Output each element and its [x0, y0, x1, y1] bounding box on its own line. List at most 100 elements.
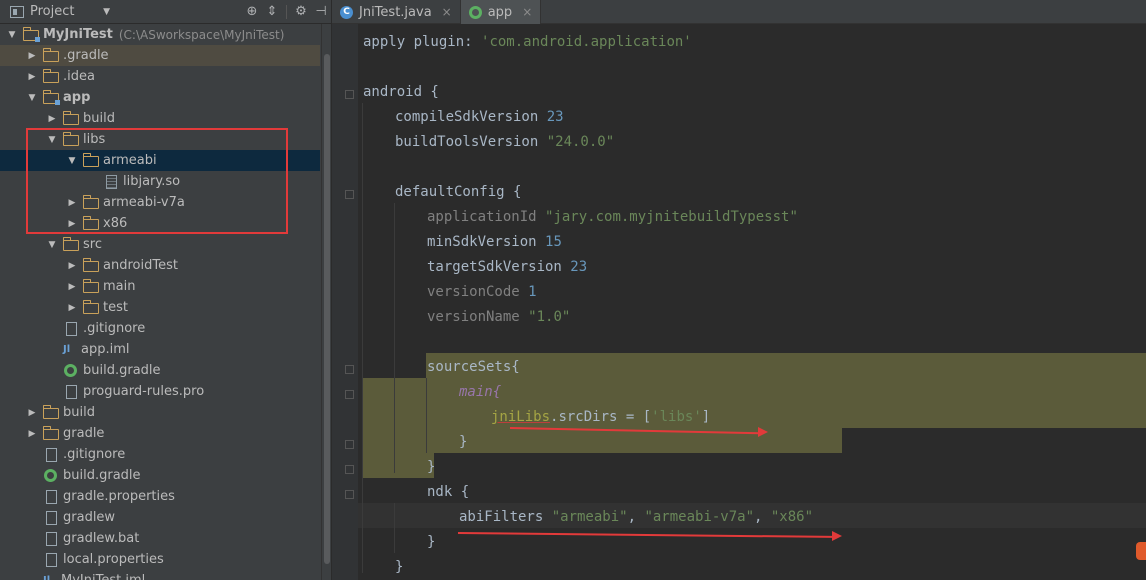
tree-item-label: androidTest [103, 258, 178, 273]
sourcesets-highlight [362, 428, 842, 453]
file-icon [66, 384, 77, 399]
indent-guide [362, 103, 363, 573]
code-line-22: } [395, 559, 404, 575]
tab-app[interactable]: app × [460, 0, 542, 24]
chevron-down-icon: ▼ [103, 6, 110, 17]
code-line-21: } [427, 534, 436, 550]
editor-gutter[interactable] [332, 24, 358, 580]
tree-item[interactable]: ▶gradle.properties [0, 486, 320, 507]
expand-arrow-down-icon[interactable]: ▼ [6, 24, 18, 45]
close-icon[interactable]: × [442, 5, 452, 19]
annotation-arrowhead [832, 531, 842, 541]
gradle-icon [468, 5, 482, 19]
expand-arrow-down-icon[interactable]: ▼ [26, 87, 38, 108]
fold-marker[interactable] [345, 490, 354, 499]
fold-marker[interactable] [345, 365, 354, 374]
toolbar-divider [286, 4, 287, 19]
editor-tab-bar: C JniTest.java × app × [332, 0, 1146, 24]
tree-item[interactable]: ▶local.properties [0, 549, 320, 570]
expand-arrow-right-icon[interactable]: ▶ [66, 255, 78, 276]
tree-item-label: build [83, 111, 115, 126]
tree-item[interactable]: ▼ MyJniTest (C:\ASworkspace\MyJniTest) [0, 24, 320, 45]
tree-item-label: .gitignore [83, 321, 146, 336]
expand-arrow-right-icon[interactable]: ▶ [26, 66, 38, 87]
tree-item[interactable]: ▶ test [0, 297, 320, 318]
code-editor[interactable]: apply plugin: 'com.android.application' … [358, 24, 1146, 580]
project-view-selector[interactable]: Project ▼ [0, 0, 116, 24]
tree-item-label: src [83, 237, 102, 252]
tree-item[interactable]: ▶Jlapp.iml [0, 339, 320, 360]
java-class-icon: C [340, 5, 353, 19]
annotation-arrowhead [758, 427, 768, 437]
tree-item[interactable]: ▶ main [0, 276, 320, 297]
tree-item-label: gradle [63, 426, 105, 441]
code-line-14: sourceSets{ [427, 359, 520, 375]
file-icon [46, 531, 57, 546]
tree-item[interactable]: ▶gradlew [0, 507, 320, 528]
tree-item[interactable]: ▶build.gradle [0, 465, 320, 486]
tree-item[interactable]: ▼ app [0, 87, 320, 108]
project-path: (C:\ASworkspace\MyJniTest) [118, 27, 285, 42]
expand-arrow-right-icon[interactable]: ▶ [26, 402, 38, 423]
expand-arrow-down-icon[interactable]: ▼ [46, 234, 58, 255]
project-toolbar: Project ▼ ⊕ ⇕ ⚙ ⊣ [0, 0, 331, 24]
tab-jnitest-java[interactable]: C JniTest.java × [332, 0, 461, 24]
code-line-16: jniLibs.srcDirs = ['libs'] [491, 409, 711, 425]
file-icon [46, 447, 57, 462]
iml-file-icon: Jl [63, 344, 71, 355]
expand-arrow-right-icon[interactable]: ▶ [66, 297, 78, 318]
expand-arrow-right-icon[interactable]: ▶ [66, 276, 78, 297]
code-line-15: main{ [459, 384, 502, 400]
tree-item[interactable]: ▶proguard-rules.pro [0, 381, 320, 402]
folder-icon [82, 300, 99, 314]
tree-item[interactable]: ▶gradlew.bat [0, 528, 320, 549]
module-folder-icon [22, 27, 40, 42]
tree-item[interactable]: ▶.gitignore [0, 318, 320, 339]
tree-item-label: gradlew [63, 510, 116, 525]
tree-item-label: gradle.properties [63, 489, 175, 504]
tree-item-label: app [63, 90, 91, 105]
scroll-from-source-icon[interactable]: ⊕ [242, 0, 262, 24]
tree-scrollbar[interactable] [321, 24, 331, 580]
fold-marker[interactable] [345, 440, 354, 449]
module-folder-icon [42, 90, 60, 105]
gradle-icon [64, 364, 77, 377]
folder-icon [42, 69, 59, 83]
indent-guide [394, 503, 395, 553]
tree-item[interactable]: ▶ .gradle [0, 45, 320, 66]
sourcesets-highlight [362, 453, 434, 478]
gradle-icon [44, 469, 57, 482]
gear-icon[interactable]: ⚙ [291, 0, 311, 24]
tree-item-label: build [63, 405, 95, 420]
tree-item-label: proguard-rules.pro [83, 384, 205, 399]
project-panel: Project ▼ ⊕ ⇕ ⚙ ⊣ ▼ MyJniTest (C:\ASworksp… [0, 0, 331, 580]
tree-item[interactable]: ▶ .idea [0, 66, 320, 87]
tree-scroll-thumb[interactable] [324, 54, 330, 564]
fold-marker[interactable] [345, 90, 354, 99]
close-icon[interactable]: × [522, 5, 532, 19]
code-line-5: buildToolsVersion "24.0.0" [395, 134, 615, 150]
tree-item[interactable]: ▶.gitignore [0, 444, 320, 465]
tree-item[interactable]: ▶ gradle [0, 423, 320, 444]
expand-arrow-right-icon[interactable]: ▶ [26, 45, 38, 66]
tree-item-label: local.properties [63, 552, 164, 567]
fold-marker[interactable] [345, 190, 354, 199]
code-line-7: defaultConfig { [395, 184, 522, 200]
hide-panel-icon[interactable]: ⊣ [311, 0, 331, 24]
tree-item[interactable]: ▶ build [0, 402, 320, 423]
collapse-all-icon[interactable]: ⇕ [262, 0, 282, 24]
fold-marker[interactable] [345, 465, 354, 474]
tree-item[interactable]: ▶build.gradle [0, 360, 320, 381]
fold-marker[interactable] [345, 390, 354, 399]
folder-icon [82, 258, 99, 272]
folder-icon [62, 111, 79, 125]
tree-item[interactable]: ▶JlMyJniTest.iml [0, 570, 320, 580]
tree-item-label: .gradle [63, 48, 109, 63]
code-line-4: compileSdkVersion 23 [395, 109, 564, 125]
expand-arrow-right-icon[interactable]: ▶ [26, 423, 38, 444]
tree-item[interactable]: ▶ build [0, 108, 320, 129]
tree-item-label: gradlew.bat [63, 531, 140, 546]
tree-item[interactable]: ▶ androidTest [0, 255, 320, 276]
tree-item[interactable]: ▼ src [0, 234, 320, 255]
expand-arrow-right-icon[interactable]: ▶ [46, 108, 58, 129]
